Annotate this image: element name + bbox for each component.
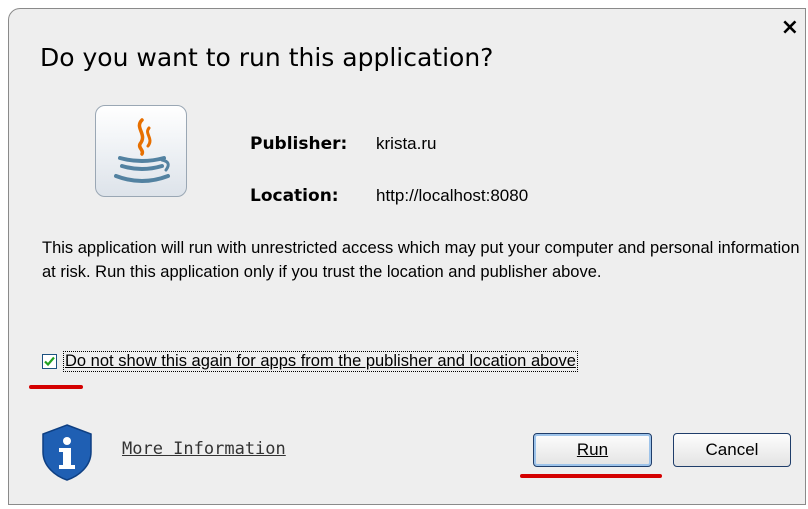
publisher-value: krista.ru (376, 134, 437, 153)
warning-text: This application will run with unrestric… (42, 239, 800, 281)
more-information-link[interactable]: More Information (122, 439, 286, 459)
run-button-label: Run (576, 440, 609, 459)
close-icon[interactable]: × (781, 17, 799, 39)
run-application-dialog: × Do you want to run this application? P… (8, 8, 806, 505)
do-not-show-again-row[interactable]: Do not show this again for apps from the… (42, 350, 578, 372)
checkbox-highlight-mark (29, 385, 83, 389)
info-shield-icon (37, 422, 97, 482)
dialog-title: Do you want to run this application? (40, 43, 494, 72)
location-value: http://localhost:8080 (376, 186, 529, 205)
location-label: Location: (250, 186, 339, 206)
do-not-show-checkbox[interactable] (42, 353, 57, 369)
checkmark-icon (44, 356, 55, 366)
location-row: Location: (250, 186, 339, 206)
java-coffee-cup-icon (95, 105, 187, 197)
run-button[interactable]: Run (533, 433, 652, 467)
do-not-show-checkbox-label[interactable]: Do not show this again for apps from the… (63, 350, 578, 372)
cancel-button[interactable]: Cancel (673, 433, 791, 467)
publisher-label: Publisher: (250, 134, 348, 154)
cancel-button-label: Cancel (705, 440, 759, 459)
run-button-highlight-mark (520, 474, 662, 478)
publisher-row: Publisher: (250, 134, 347, 154)
